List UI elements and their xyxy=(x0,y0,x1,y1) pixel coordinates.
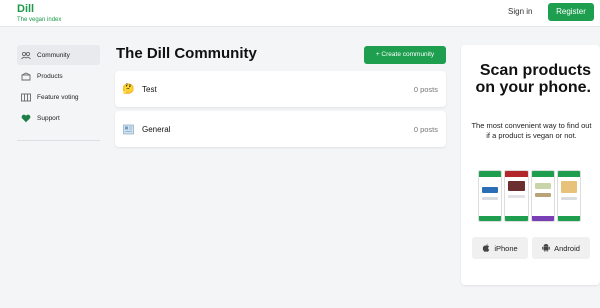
register-button[interactable]: Register xyxy=(548,3,594,21)
community-post-count: 0 posts xyxy=(413,84,438,94)
sidebar-item-community[interactable]: Community xyxy=(17,45,100,65)
thinking-face-icon: 🤔 xyxy=(122,83,135,95)
sidebar-item-feature-voting[interactable]: Feature voting xyxy=(17,87,100,107)
community-name: General xyxy=(142,124,171,134)
signin-link[interactable]: Sign in xyxy=(508,7,532,16)
sidebar-divider xyxy=(17,140,100,141)
iphone-download-button[interactable]: iPhone xyxy=(472,237,528,259)
brand-name: Dill xyxy=(17,3,35,15)
phone-screenshot xyxy=(478,170,503,222)
brand-tagline: The vegan index xyxy=(17,17,62,23)
brand-logo[interactable]: Dill The vegan index xyxy=(17,3,61,24)
newspaper-icon xyxy=(123,124,134,135)
sidebar-item-support[interactable]: Support xyxy=(17,108,100,128)
phone-screenshot xyxy=(556,170,581,222)
community-icon xyxy=(21,50,31,60)
apple-icon xyxy=(482,243,490,254)
android-download-button[interactable]: Android xyxy=(532,237,590,259)
community-name: Test xyxy=(142,84,157,94)
sidebar-item-label: Feature voting xyxy=(37,93,79,101)
top-header: Dill The vegan index Sign in Register xyxy=(0,0,600,27)
android-label: Android xyxy=(554,243,580,253)
app-promo-panel: Scan products on your phone. The most co… xyxy=(461,45,600,285)
app-screenshots xyxy=(478,170,581,222)
phone-screenshot xyxy=(504,170,529,222)
promo-description: The most convenient way to find out if a… xyxy=(471,121,592,140)
products-icon xyxy=(21,71,31,81)
promo-title: Scan products on your phone. xyxy=(475,62,591,96)
sidebar-item-label: Support xyxy=(37,114,60,122)
page-title: The Dill Community xyxy=(116,45,257,62)
community-post-count: 0 posts xyxy=(413,124,438,134)
iphone-label: iPhone xyxy=(494,243,518,253)
phone-screenshot xyxy=(530,170,555,222)
create-community-button[interactable]: + Create community xyxy=(364,46,446,64)
android-icon xyxy=(542,243,550,254)
sidebar-item-label: Community xyxy=(37,51,70,59)
sidebar-item-label: Products xyxy=(37,72,63,80)
community-card-general[interactable]: General 0 posts xyxy=(115,111,446,147)
community-card-test[interactable]: 🤔 Test 0 posts xyxy=(115,71,446,107)
feature-voting-icon xyxy=(21,92,31,102)
sidebar-item-products[interactable]: Products xyxy=(17,66,100,86)
sidebar: Community Products Feature voting Suppor… xyxy=(17,45,100,141)
heart-icon xyxy=(21,113,31,123)
